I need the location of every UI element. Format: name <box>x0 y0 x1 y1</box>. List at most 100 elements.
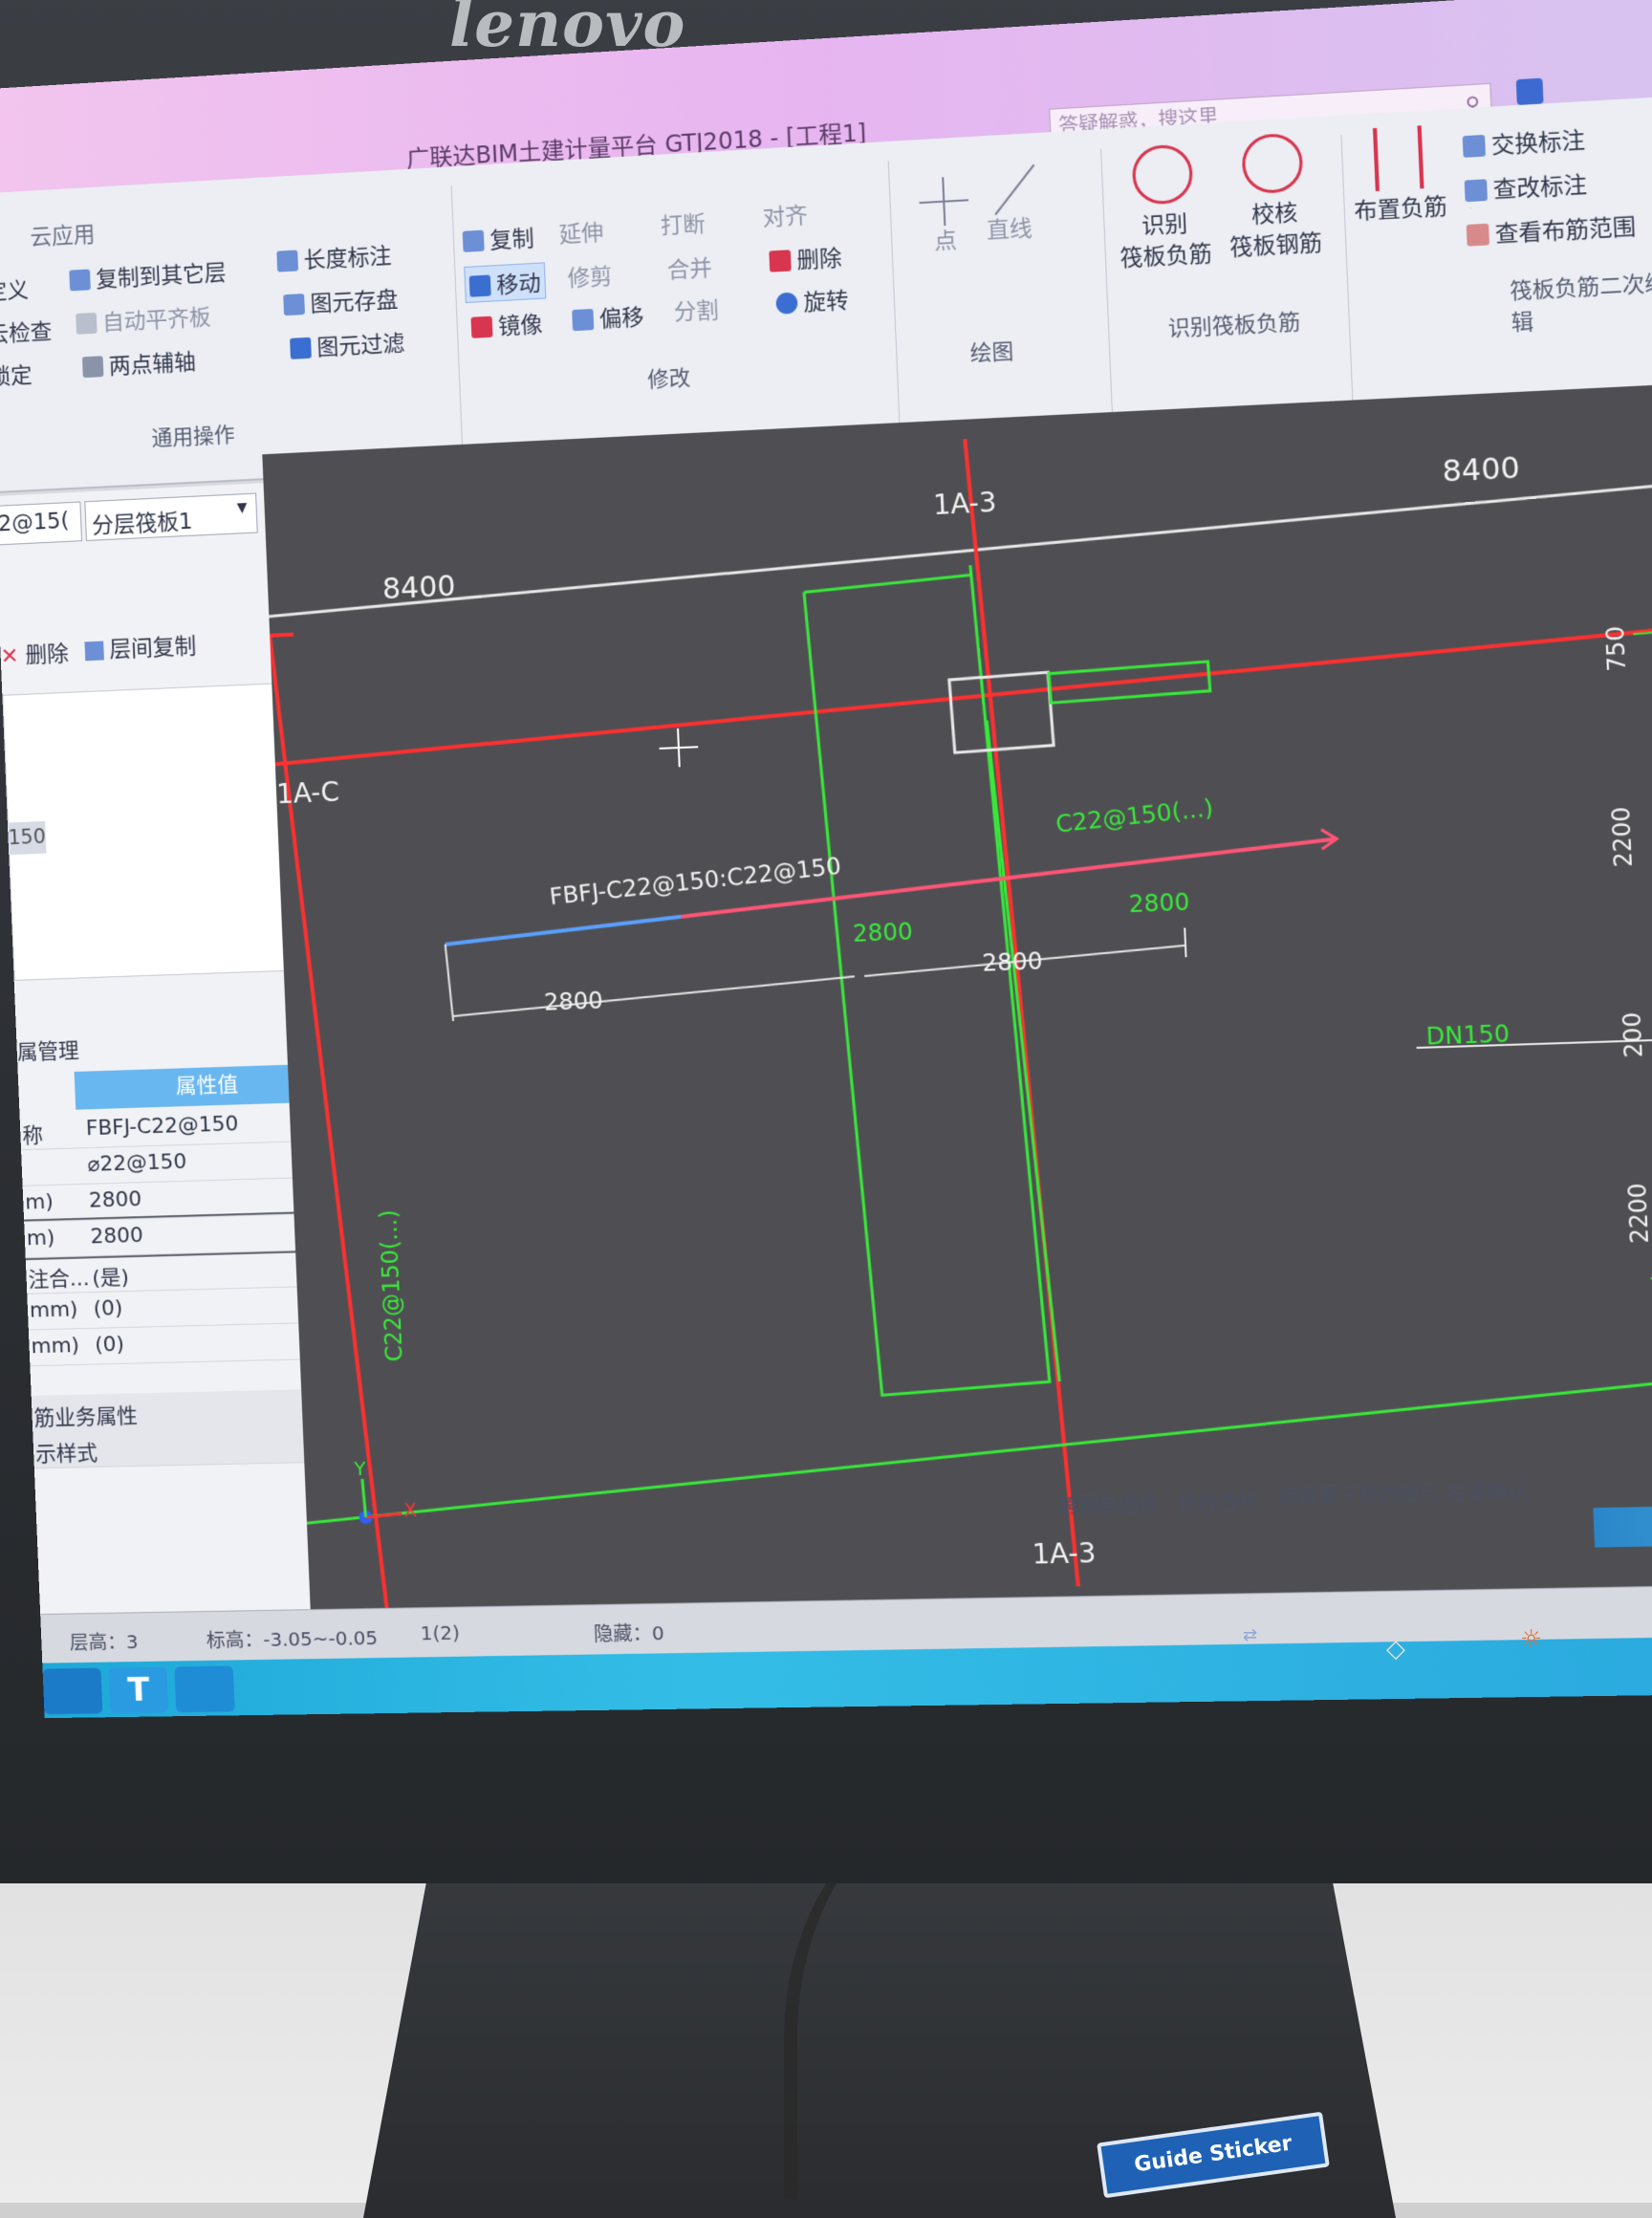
rebar-line-blue <box>445 917 682 945</box>
define-button[interactable]: 定义 <box>0 272 30 306</box>
check-raft-rebar-button[interactable]: 校核 筏板钢筋 <box>1225 131 1323 264</box>
elevation: 标高：-3.05~-0.05 <box>206 1626 379 1652</box>
taskbar-g-icon[interactable] <box>174 1665 235 1713</box>
polyline-select-button[interactable]: 折线选择 <box>1178 1486 1259 1515</box>
cloud-check-button[interactable]: 云检查 <box>0 313 53 348</box>
extend-label: 延伸 <box>558 220 604 249</box>
group-raft-secondary-edit: 筏板负筋二次编辑 <box>1509 271 1652 337</box>
view-rebar-range-button[interactable]: 查看布筋范围 <box>1466 207 1637 250</box>
menu-diamond-icon[interactable]: ◇ <box>1386 1635 1405 1664</box>
input-switch-icon[interactable]: ⇄ <box>1243 1625 1257 1645</box>
move-icon <box>468 274 491 297</box>
right-dim: 2200 <box>1622 1183 1652 1245</box>
element-save-button[interactable]: 图元存盘 <box>283 281 399 319</box>
element-save-label: 图元存盘 <box>310 287 399 317</box>
move-button[interactable]: 移动 <box>464 262 547 304</box>
dim-label-8400-left: 8400 <box>381 569 457 607</box>
list-item-selected[interactable]: 150 <box>7 820 47 856</box>
green-beam <box>803 563 1050 1396</box>
axis-line-1a-c <box>272 626 1652 764</box>
split-label: 分割 <box>673 297 720 326</box>
monitor-buttons: ⇄ ◇ ☼ <box>1233 1625 1616 1721</box>
align-button[interactable]: 对齐 <box>762 197 808 232</box>
separator <box>1340 135 1354 410</box>
y-axis-label: Y <box>353 1456 367 1481</box>
separator <box>887 161 901 433</box>
copy-button[interactable]: 复制 <box>462 220 534 256</box>
user-icon <box>1515 77 1544 106</box>
move-label: 移动 <box>495 271 542 299</box>
right-dim: 750 <box>1600 625 1632 672</box>
trim-button[interactable]: 修剪 <box>567 257 613 293</box>
identify-icon <box>1131 143 1194 206</box>
align-slab-icon <box>76 312 98 335</box>
two-point-axis-label: 两点辅轴 <box>108 350 197 380</box>
swap-annotation-button[interactable]: 交换标注 <box>1462 121 1586 162</box>
rotate-icon <box>775 292 798 315</box>
tab-cloud-app[interactable]: 云应用 <box>30 216 96 252</box>
drawing-canvas[interactable]: 8400 8400 1A-3 1A-C 1A-3 FBFJ-C22@150:C2… <box>262 383 1652 1620</box>
break-button[interactable]: 打断 <box>660 206 706 241</box>
lock-button[interactable]: 锁定 <box>0 357 33 391</box>
copy-between-floors-button[interactable]: 层间复制 <box>84 627 197 664</box>
separator <box>1100 148 1114 423</box>
copy-to-other-layers-button[interactable]: 复制到其它层 <box>69 254 227 295</box>
element-filter-button[interactable]: 图元过滤 <box>290 325 405 363</box>
split-button[interactable]: 分割 <box>673 292 719 327</box>
rotate-label: 旋转 <box>802 288 850 316</box>
line-icon <box>982 163 1035 216</box>
mirror-button[interactable]: 镜像 <box>470 306 543 342</box>
range-icon <box>1466 223 1490 247</box>
floor-select[interactable]: 2@15( <box>0 501 83 546</box>
property-value-input[interactable]: 2800 <box>90 1224 143 1249</box>
draw-point-button[interactable]: 点 <box>918 176 970 258</box>
point-icon <box>918 176 969 228</box>
group-identify: 识别筏板负筋 <box>1167 310 1301 342</box>
brightness-icon[interactable]: ☼ <box>1520 1625 1542 1654</box>
taskbar-t-icon[interactable]: T <box>108 1666 169 1714</box>
draw-line-label: 直线 <box>986 216 1033 245</box>
dim-value: 2800 <box>543 987 604 1016</box>
edit-annotation-icon <box>1464 179 1489 203</box>
chevron-down-icon: ▼ <box>236 500 248 516</box>
delete-x-icon: ✕ <box>0 643 27 670</box>
element-filter-label: 图元过滤 <box>315 331 405 361</box>
two-point-axis-button[interactable]: 两点辅轴 <box>81 343 197 381</box>
offset-button[interactable]: 偏移 <box>572 298 644 335</box>
check-icon <box>1241 132 1304 195</box>
properties-title: 属管理 <box>16 1039 80 1066</box>
cross-layer-select-button[interactable]: 跨图层选择 <box>1058 1488 1159 1518</box>
layer-select[interactable]: 分层筏板1 ▼ <box>84 492 258 541</box>
component-list[interactable] <box>2 682 299 981</box>
merge-button[interactable]: 合并 <box>666 250 712 285</box>
taskbar-app-icon[interactable] <box>42 1667 103 1715</box>
extend-button[interactable]: 延伸 <box>558 214 604 250</box>
length-dimension-button[interactable]: 长度标注 <box>276 237 392 276</box>
mirror-label: 镜像 <box>497 312 544 340</box>
hidden-count: 隐藏：0 <box>593 1621 665 1646</box>
copy-between-floors-label: 层间复制 <box>108 634 197 663</box>
group-draw: 绘图 <box>969 339 1014 367</box>
property-group-label: 筋业务属性 <box>33 1404 139 1431</box>
swap-icon <box>1462 134 1487 158</box>
edit-annotation-button[interactable]: 查改标注 <box>1464 165 1588 206</box>
cad-drawing <box>262 383 1652 1606</box>
property-key: 注合... <box>28 1267 90 1293</box>
identify-raft-negative-rebar-button[interactable]: 识别 筏板负筋 <box>1116 142 1213 274</box>
screen: 广联达BIM土建计量平台 GTJ2018 - [工程1] 答疑解惑，搜这里 ⚲ … <box>0 0 1652 1719</box>
draw-line-button[interactable]: 直线 <box>982 163 1035 247</box>
right-dim: 200 <box>1618 1011 1649 1058</box>
dn-label: DN150 <box>1425 1020 1511 1051</box>
group-general-ops: 通用操作 <box>151 423 236 452</box>
swap-annotation-label: 交换标注 <box>1490 127 1586 160</box>
delete-button[interactable]: 删除 <box>769 239 842 276</box>
auto-align-slab-label: 自动平齐板 <box>101 305 212 337</box>
delete-item-button[interactable]: ✕ 删除 <box>0 635 69 670</box>
trim-label: 修剪 <box>567 264 613 293</box>
rotate-button[interactable]: 旋转 <box>775 282 849 318</box>
view-rebar-range-label: 查看布筋范围 <box>1494 214 1637 249</box>
list-item-label: 150 <box>8 824 47 850</box>
place-negative-rebar-button[interactable]: 布置负筋 <box>1351 124 1448 228</box>
property-key: mm) <box>31 1334 80 1359</box>
auto-align-slab-button[interactable]: 自动平齐板 <box>76 298 211 337</box>
